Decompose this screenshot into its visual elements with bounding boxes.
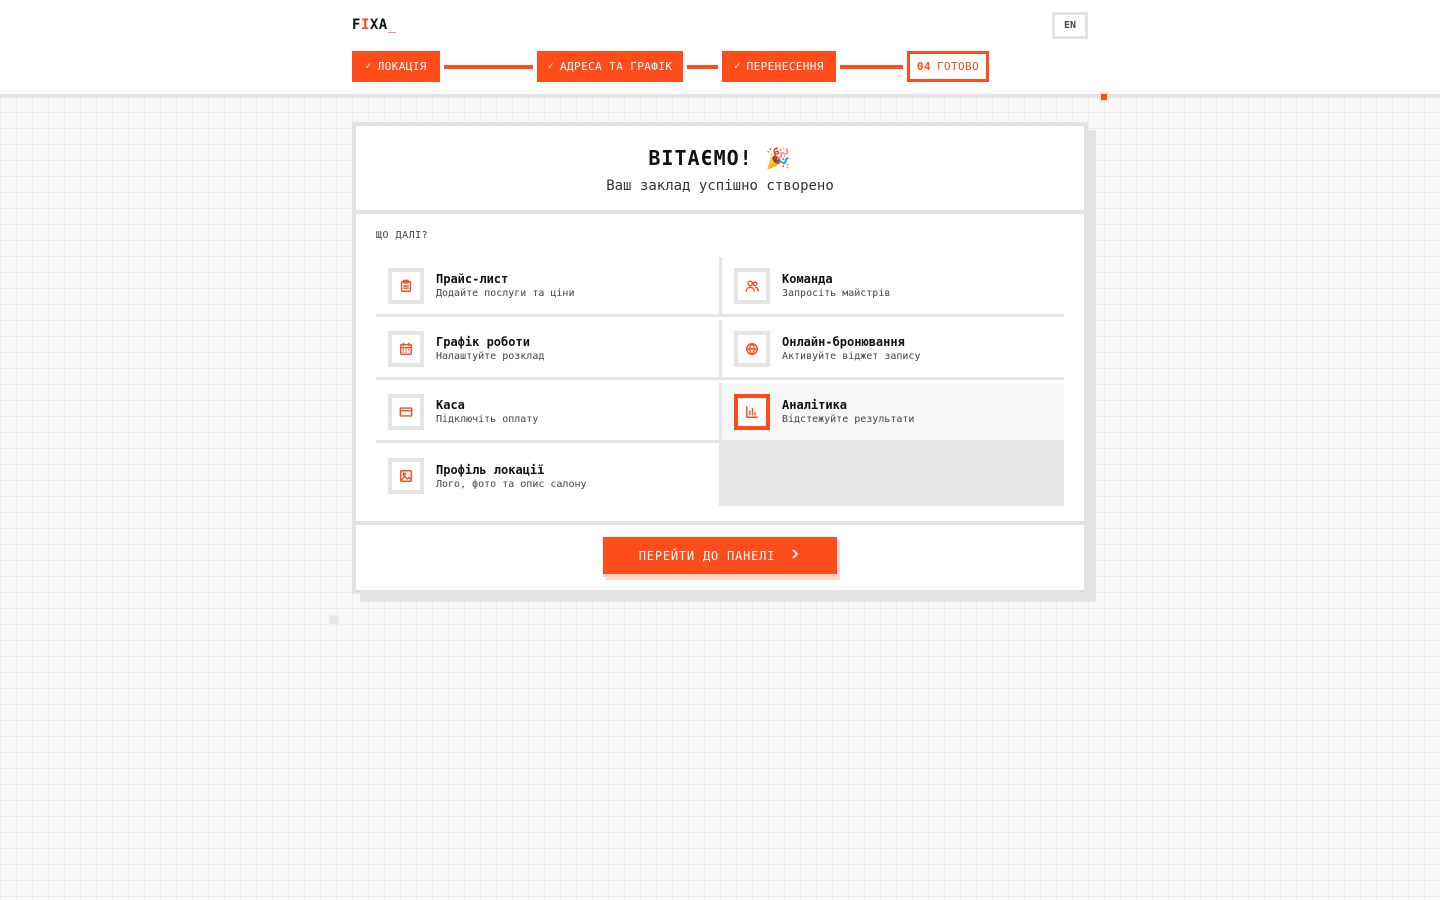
item-title: Аналітика <box>782 398 848 412</box>
item-description: Відстежуйте результати <box>782 414 915 425</box>
logo-cursor: _ <box>387 17 397 33</box>
chevron-right-icon <box>789 548 801 563</box>
image-icon <box>388 458 424 494</box>
page-subtitle: Ваш заклад успішно створено <box>606 178 834 194</box>
credit-card-icon <box>388 393 424 430</box>
users-icon <box>734 267 770 304</box>
calendar-icon <box>388 330 424 367</box>
language-switch-button[interactable]: EN <box>1052 12 1088 39</box>
step-connector <box>840 65 903 69</box>
item-title: Профіль локації <box>436 462 545 477</box>
decor-dot <box>1099 92 1109 102</box>
next-steps-grid: Прайс-лист Додайте послуги та ціни Коман… <box>376 257 1064 506</box>
next-step-online-booking[interactable]: Онлайн-бронювання Активуйте віджет запис… <box>719 320 1064 380</box>
next-step-analytics[interactable]: Аналітика Відстежуйте результати <box>719 383 1064 443</box>
step-connector <box>687 65 718 69</box>
top-bar: FIXA_ EN ✓ ЛОКАЦІЯ ✓ АДРЕСА ТА ГРАФІК ✓ … <box>0 0 1440 98</box>
step-location[interactable]: ✓ ЛОКАЦІЯ <box>352 51 440 82</box>
next-steps-section: ЩО ДАЛІ? Прайс-лист Додайте послуги та ц… <box>356 214 1084 525</box>
logo-part: F <box>352 17 361 33</box>
button-label: ПЕРЕЙТИ ДО ПАНЕЛІ <box>638 548 776 563</box>
item-description: Запросіть майстрів <box>782 288 891 299</box>
item-title: Каса <box>436 398 465 412</box>
next-step-location-profile[interactable]: Профіль локації Лого, фото та опис салон… <box>376 446 719 506</box>
bar-chart-icon <box>734 393 770 430</box>
logo-part: XA <box>369 17 388 33</box>
item-description: Підключіть оплату <box>436 414 539 425</box>
welcome-card: ВІТАЄМО! 🎉 Ваш заклад успішно створено Щ… <box>352 122 1088 594</box>
decor-square <box>328 614 340 626</box>
item-title: Прайс-лист <box>436 272 509 286</box>
onboarding-stepper: ✓ ЛОКАЦІЯ ✓ АДРЕСА ТА ГРАФІК ✓ ПЕРЕНЕСЕН… <box>352 51 992 82</box>
step-label: ЛОКАЦІЯ <box>377 60 427 73</box>
step-migration[interactable]: ✓ ПЕРЕНЕСЕННЯ <box>722 51 836 82</box>
card-footer: ПЕРЕЙТИ ДО ПАНЕЛІ <box>356 525 1084 586</box>
step-address-schedule[interactable]: ✓ АДРЕСА ТА ГРАФІК <box>537 51 683 82</box>
logo[interactable]: FIXA_ <box>352 17 397 33</box>
logo-accent: I <box>360 17 370 33</box>
go-to-dashboard-button[interactable]: ПЕРЕЙТИ ДО ПАНЕЛІ <box>603 537 837 577</box>
step-label: ГОТОВО <box>936 60 980 73</box>
check-icon: ✓ <box>734 61 741 72</box>
item-title: Команда <box>782 272 833 286</box>
section-label: ЩО ДАЛІ? <box>376 230 429 241</box>
clipboard-icon <box>388 267 424 304</box>
step-label: ПЕРЕНЕСЕННЯ <box>746 60 824 73</box>
next-step-schedule[interactable]: Графік роботи Налаштуйте розклад <box>376 320 719 380</box>
item-description: Лого, фото та опис салону <box>436 478 587 490</box>
next-step-price-list[interactable]: Прайс-лист Додайте послуги та ціни <box>376 257 719 317</box>
next-step-team[interactable]: Команда Запросіть майстрів <box>719 257 1064 317</box>
step-label: АДРЕСА ТА ГРАФІК <box>560 60 673 73</box>
item-title: Онлайн-бронювання <box>782 335 905 349</box>
check-icon: ✓ <box>365 61 372 72</box>
item-description: Активуйте віджет запису <box>782 351 921 362</box>
item-description: Налаштуйте розклад <box>436 351 545 362</box>
check-icon: ✓ <box>547 61 555 72</box>
step-done[interactable]: 04 ГОТОВО <box>907 51 989 82</box>
item-description: Додайте послуги та ціни <box>436 288 575 299</box>
grid-empty-cell <box>719 443 1064 506</box>
step-connector <box>444 65 533 69</box>
step-number: 04 <box>916 60 931 73</box>
next-step-payments[interactable]: Каса Підключіть оплату <box>376 383 719 443</box>
card-header: ВІТАЄМО! 🎉 Ваш заклад успішно створено <box>356 126 1084 214</box>
page-title: ВІТАЄМО! 🎉 <box>648 146 792 170</box>
item-title: Графік роботи <box>436 335 530 349</box>
globe-icon <box>734 330 770 367</box>
